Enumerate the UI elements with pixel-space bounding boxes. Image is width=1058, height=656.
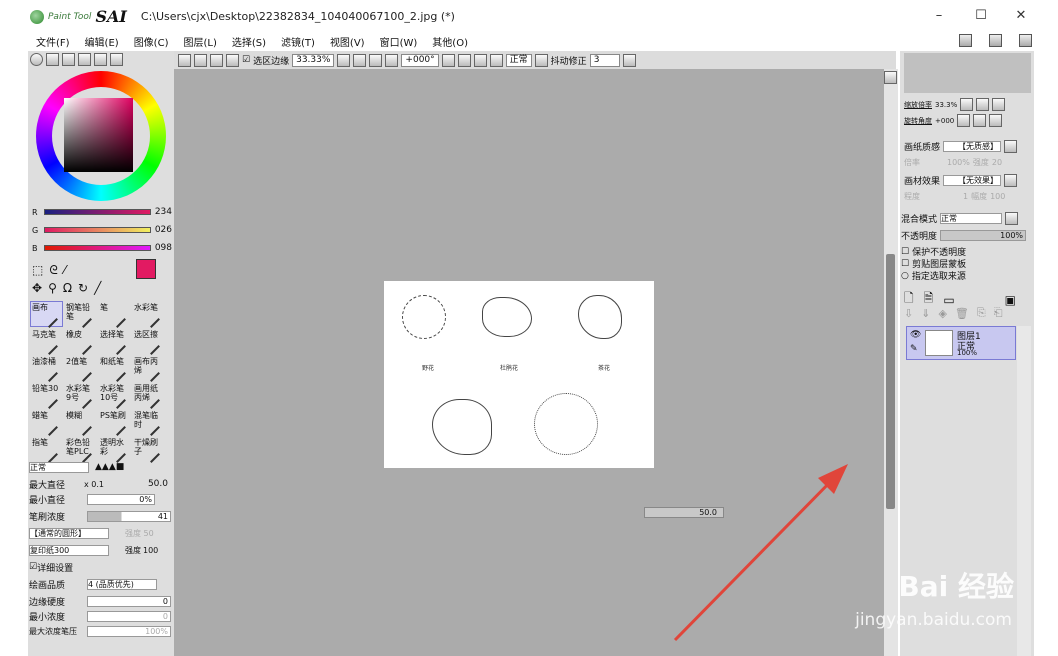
watermark-url: jingyan.baidu.com	[855, 610, 1012, 630]
watermark-logo: Bai 经验	[898, 570, 1014, 603]
red-annotation-arrow	[673, 464, 848, 642]
